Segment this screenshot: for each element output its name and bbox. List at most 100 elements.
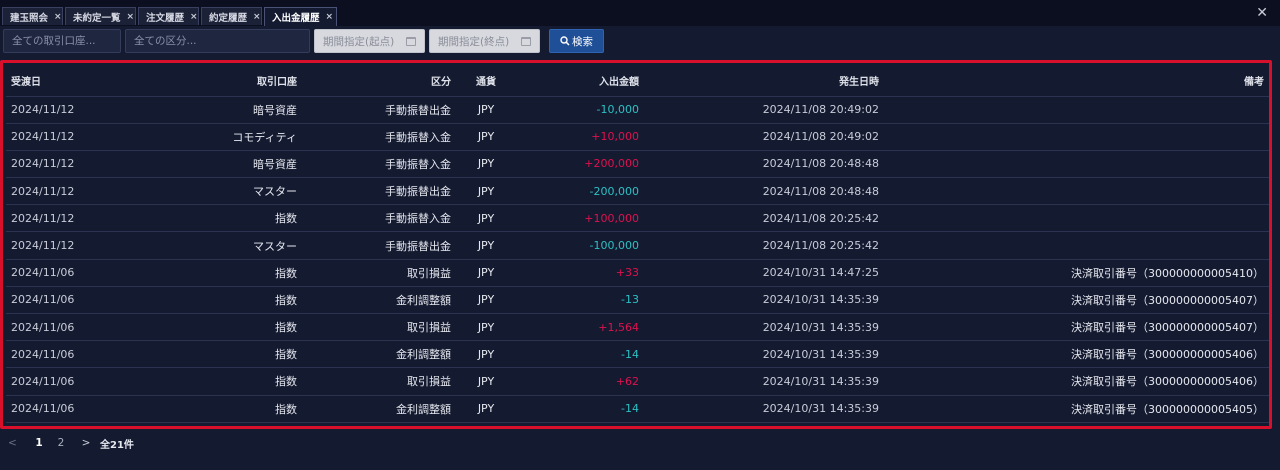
tab-close-icon[interactable]: ×	[127, 12, 135, 22]
cell-currency: JPY	[456, 340, 516, 369]
tab-close-icon[interactable]: ×	[54, 12, 62, 22]
cell-currency: JPY	[456, 96, 516, 124]
cell-account: マスター	[156, 177, 302, 206]
tab-open-positions[interactable]: 建玉照会 ×	[2, 7, 63, 25]
tab-unfilled-orders[interactable]: 未約定一覧 ×	[65, 7, 136, 25]
cell-occurred: 2024/10/31 14:35:39	[644, 395, 884, 423]
col-header-currency[interactable]: 通貨	[456, 66, 516, 97]
cell-account: 指数	[156, 286, 302, 315]
table-row[interactable]: 2024/11/06 指数 金利調整額 JPY -13 2024/10/31 14:35:…	[6, 286, 1269, 315]
cell-category: 金利調整額	[302, 340, 456, 369]
cell-date: 2024/11/06	[6, 367, 156, 396]
tab-label: 約定履歴	[209, 12, 248, 24]
cell-amount: -200,000	[516, 177, 644, 206]
cell-amount: +62	[516, 367, 644, 396]
cell-date: 2024/11/06	[6, 340, 156, 369]
tab-order-history[interactable]: 注文履歴 ×	[138, 7, 199, 25]
next-page-button[interactable]: >	[72, 437, 100, 449]
cell-category: 手動振替出金	[302, 96, 456, 124]
date-from-field[interactable]: 期間指定(起点)	[314, 29, 425, 53]
calendar-icon	[406, 36, 416, 46]
cell-note	[884, 150, 1269, 179]
table-row[interactable]: 2024/11/06 指数 金利調整額 JPY -14 2024/10/31 14:35:…	[6, 395, 1269, 423]
cell-amount: -13	[516, 286, 644, 315]
cell-date: 2024/11/12	[6, 96, 156, 124]
tab-label: 未約定一覧	[73, 12, 121, 24]
cell-amount: +1,564	[516, 313, 644, 342]
cell-date: 2024/11/06	[6, 259, 156, 287]
cell-note	[884, 123, 1269, 151]
cell-note: 決済取引番号（300000000005407）	[884, 313, 1269, 342]
date-to-field[interactable]: 期間指定(終点)	[429, 29, 540, 53]
cell-currency: JPY	[456, 231, 516, 260]
tab-label: 建玉照会	[10, 12, 49, 24]
cell-currency: JPY	[456, 150, 516, 179]
cell-note	[884, 96, 1269, 124]
prev-page-button[interactable]: <	[8, 437, 28, 449]
cell-currency: JPY	[456, 313, 516, 342]
cell-currency: JPY	[456, 123, 516, 151]
table-row[interactable]: 2024/11/12 指数 手動振替入金 JPY +100,000 2024/11/08 …	[6, 204, 1269, 233]
col-header-date[interactable]: 受渡日	[6, 66, 156, 97]
search-button[interactable]: 検索	[549, 29, 604, 53]
tab-execution-history[interactable]: 約定履歴 ×	[201, 7, 262, 25]
cell-amount: -14	[516, 395, 644, 423]
cell-occurred: 2024/11/08 20:49:02	[644, 123, 884, 151]
date-from-placeholder: 期間指定(起点)	[323, 35, 395, 48]
table-row[interactable]: 2024/11/06 指数 金利調整額 JPY -14 2024/10/31 14:35:…	[6, 340, 1269, 369]
cell-note: 決済取引番号（300000000005407）	[884, 286, 1269, 315]
table-header-row: 受渡日 取引口座 区分 通貨 入出金額 発生日時 備考	[6, 66, 1269, 97]
cell-amount: -100,000	[516, 231, 644, 260]
cell-date: 2024/11/12	[6, 123, 156, 151]
table-row[interactable]: 2024/11/12 マスター 手動振替出金 JPY -200,000 2024/11/0…	[6, 177, 1269, 206]
page-1-button[interactable]: 1	[28, 437, 50, 449]
table-row[interactable]: 2024/11/12 暗号資産 手動振替出金 JPY -10,000 2024/11/08…	[6, 96, 1269, 124]
table-row[interactable]: 2024/11/06 指数 取引損益 JPY +62 2024/10/31 14:35:3…	[6, 367, 1269, 396]
cell-category: 手動振替入金	[302, 123, 456, 151]
table-row[interactable]: 2024/11/12 暗号資産 手動振替入金 JPY +200,000 2024/11/0…	[6, 150, 1269, 179]
cell-amount: +200,000	[516, 150, 644, 179]
cell-note	[884, 204, 1269, 233]
tab-label: 入出金履歴	[272, 13, 320, 24]
col-header-account[interactable]: 取引口座	[156, 66, 302, 97]
col-header-note[interactable]: 備考	[884, 66, 1269, 97]
cell-note: 決済取引番号（300000000005410）	[884, 259, 1269, 287]
cell-amount: -14	[516, 340, 644, 369]
cell-category: 金利調整額	[302, 395, 456, 423]
cell-date: 2024/11/12	[6, 177, 156, 206]
cell-occurred: 2024/10/31 14:35:39	[644, 367, 884, 396]
magnifier-icon	[560, 36, 570, 46]
cell-category: 手動振替入金	[302, 204, 456, 233]
cell-currency: JPY	[456, 204, 516, 233]
tab-close-icon[interactable]: ×	[253, 12, 261, 22]
cell-account: マスター	[156, 231, 302, 260]
table-row[interactable]: 2024/11/12 マスター 手動振替出金 JPY -100,000 2024/11/0…	[6, 231, 1269, 260]
tab-close-icon[interactable]: ×	[326, 12, 334, 22]
cell-account: 指数	[156, 367, 302, 396]
tab-bar: 建玉照会 × 未約定一覧 × 注文履歴 × 約定履歴 × 入出金履歴 × ✕	[0, 0, 1280, 26]
cell-occurred: 2024/11/08 20:48:48	[644, 177, 884, 206]
table-row[interactable]: 2024/11/06 指数 取引損益 JPY +1,564 2024/10/31 14:3…	[6, 313, 1269, 342]
cell-category: 取引損益	[302, 367, 456, 396]
window-close-icon[interactable]: ✕	[1256, 5, 1268, 21]
col-header-category[interactable]: 区分	[302, 66, 456, 97]
tab-close-icon[interactable]: ×	[190, 12, 198, 22]
category-filter-input[interactable]	[125, 29, 310, 53]
account-filter-input[interactable]	[3, 29, 121, 53]
col-header-amount[interactable]: 入出金額	[516, 66, 644, 97]
cell-account: 暗号資産	[156, 150, 302, 179]
table-row[interactable]: 2024/11/12 コモディティ 手動振替入金 JPY +10,000 2024/11/…	[6, 123, 1269, 151]
cell-currency: JPY	[456, 367, 516, 396]
page-2-button[interactable]: 2	[50, 437, 72, 449]
cell-date: 2024/11/06	[6, 395, 156, 423]
cell-amount: +100,000	[516, 204, 644, 233]
col-header-occurred[interactable]: 発生日時	[644, 66, 884, 97]
cell-date: 2024/11/12	[6, 204, 156, 233]
cell-account: 暗号資産	[156, 96, 302, 124]
cell-category: 取引損益	[302, 259, 456, 287]
table-row[interactable]: 2024/11/06 指数 取引損益 JPY +33 2024/10/31 14:47:2…	[6, 259, 1269, 287]
cell-date: 2024/11/06	[6, 286, 156, 315]
tab-deposit-withdrawal-history[interactable]: 入出金履歴 ×	[264, 7, 337, 26]
calendar-icon	[521, 36, 531, 46]
date-to-placeholder: 期間指定(終点)	[438, 35, 510, 48]
